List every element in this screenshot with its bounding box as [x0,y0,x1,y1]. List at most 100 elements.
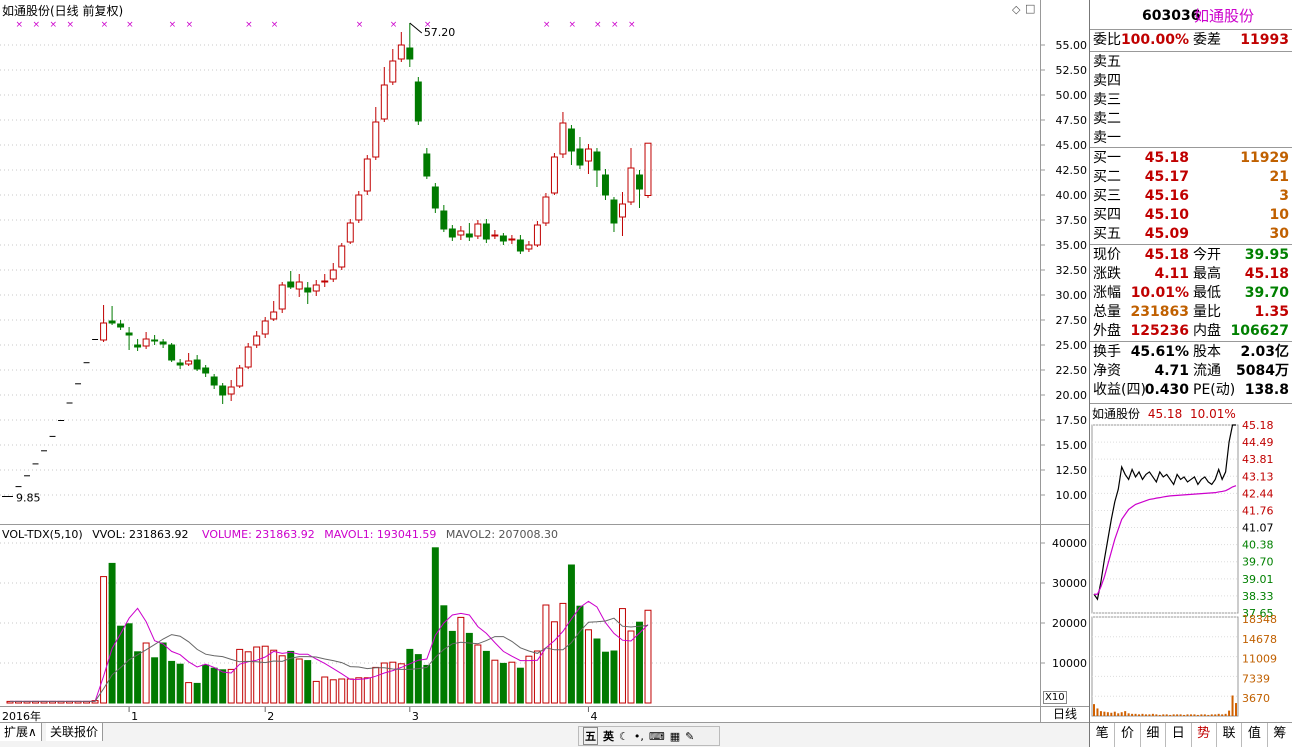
side-tab[interactable]: 联 [1217,723,1243,747]
volume-bar[interactable] [627,630,635,704]
candle[interactable] [176,359,184,369]
candle[interactable] [117,320,125,330]
sell-row[interactable]: 卖五 [1090,53,1292,72]
candle[interactable] [363,155,371,195]
candle[interactable] [125,327,133,350]
candle[interactable] [159,339,167,348]
candle[interactable] [440,205,448,232]
candle[interactable] [457,226,465,240]
side-tab[interactable]: 势 [1192,723,1217,747]
candle[interactable] [168,343,176,362]
volume-bar[interactable] [108,562,116,704]
volume-bar[interactable] [380,662,388,704]
candle[interactable] [533,221,541,247]
volume-bar[interactable] [474,644,482,704]
side-tab[interactable]: 笔 [1090,723,1116,747]
intraday-chart[interactable]: 45.18 44.49 43.81 43.13 42.44 41.76 41.07 40.38… [1090,420,1292,720]
candle[interactable] [210,374,218,389]
candle[interactable] [244,343,252,369]
volume-svg[interactable]: VOL-TDX(5,10) VVOL: 231863.92 VOLUME: 23… [0,525,1040,707]
candle[interactable] [516,235,524,254]
candle[interactable] [397,32,405,62]
volume-bar[interactable] [100,576,108,704]
square-icon[interactable]: □ [1025,2,1035,15]
candle[interactable] [261,317,269,338]
candle[interactable] [287,271,295,289]
volume-chart[interactable]: VOL-TDX(5,10) VVOL: 231863.92 VOLUME: 23… [0,524,1040,706]
candle[interactable] [448,225,456,241]
volume-bar[interactable] [210,667,218,704]
volume-bar[interactable] [346,678,354,704]
candle[interactable] [644,142,652,198]
info-flag-marker[interactable]: × [126,20,134,30]
volume-bar[interactable] [176,663,184,704]
candle[interactable] [610,197,618,232]
candle[interactable] [355,191,363,223]
candle[interactable] [482,219,490,243]
info-flag-marker[interactable]: × [271,20,279,30]
ime-mode-icon[interactable]: 五 [583,727,598,745]
volume-bar[interactable] [542,604,550,704]
volume-bar[interactable] [584,629,592,704]
volume-bar[interactable] [610,650,618,704]
volume-bar[interactable] [193,682,201,704]
volume-bar[interactable] [448,630,456,704]
volume-bar[interactable] [244,651,252,704]
candle[interactable] [593,148,601,187]
volume-bar[interactable] [576,605,584,704]
info-flag-marker[interactable]: × [101,20,109,30]
volume-bar[interactable] [338,678,346,704]
candle[interactable] [346,219,354,244]
volume-bar[interactable] [406,648,414,704]
punct-icon[interactable]: •, [634,730,644,743]
volume-bar[interactable] [125,623,133,704]
candle[interactable] [627,148,635,205]
volume-bar[interactable] [619,608,626,704]
info-flag-marker[interactable]: × [628,20,636,30]
sell-row[interactable]: 卖四 [1090,72,1292,91]
volume-bar[interactable] [482,650,490,704]
volume-bar[interactable] [321,676,329,704]
volume-bar[interactable] [567,564,575,704]
info-flag-marker[interactable]: × [356,20,364,30]
volume-bar[interactable] [142,642,150,704]
candle[interactable] [108,306,116,325]
info-flag-marker[interactable]: × [33,20,41,30]
grid-icon[interactable]: ▦ [670,730,680,743]
candle[interactable] [550,153,558,195]
wrench-icon[interactable]: ✎ [685,730,694,743]
diamond-icon[interactable]: ◇ [1012,3,1020,16]
candle[interactable] [525,241,533,252]
info-flag-marker[interactable]: × [245,20,253,30]
candle[interactable] [567,125,575,165]
buy-row[interactable]: 买三 45.16 3 [1090,187,1292,206]
candle[interactable] [321,274,329,287]
volume-bar[interactable] [499,662,507,704]
volume-bar[interactable] [202,664,210,704]
candle[interactable] [559,112,567,158]
side-tab[interactable]: 价 [1115,723,1141,747]
period-label[interactable]: 日线 [1040,706,1089,722]
candle[interactable] [270,301,278,321]
info-flag-marker[interactable]: × [543,20,551,30]
candle[interactable] [193,355,201,371]
candle[interactable] [431,183,439,213]
volume-bar[interactable] [516,667,524,704]
volume-bar[interactable] [329,679,337,704]
candle[interactable] [491,230,499,239]
candle[interactable] [499,233,507,245]
volume-bar[interactable] [593,638,601,704]
candle[interactable] [227,380,235,401]
side-tab[interactable]: 细 [1141,723,1167,747]
tab-expand[interactable]: 扩展∧ [0,723,42,741]
volume-bar[interactable] [236,648,244,704]
candle[interactable] [619,192,626,236]
info-flag-marker[interactable]: × [390,20,398,30]
candle[interactable] [253,331,261,348]
side-tab[interactable]: 值 [1242,723,1268,747]
candle[interactable] [508,235,516,244]
info-flag-marker[interactable]: × [611,20,619,30]
sell-row[interactable]: 卖一 [1090,129,1292,148]
side-tab[interactable]: 筹 [1268,723,1292,747]
volume-bar[interactable] [304,660,312,704]
